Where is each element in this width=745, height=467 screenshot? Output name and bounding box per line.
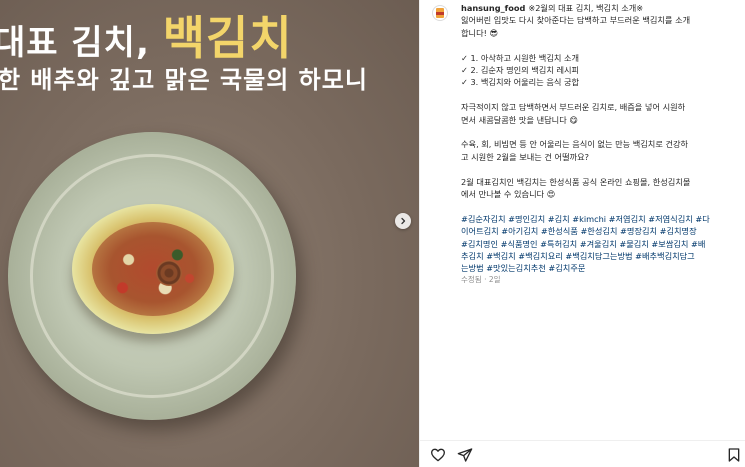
list-item: ✓ 3. 백김치와 어울리는 음식 궁합 bbox=[461, 77, 580, 88]
image-headline: 대표 김치, 백김치 bbox=[0, 11, 293, 65]
caption-line: 수육, 회, 비빔면 등 안 어울리는 음식이 없는 만능 백김치로 건강하 bbox=[461, 139, 689, 150]
caption-line: 합니다! 😎 bbox=[461, 27, 499, 38]
caption-line: 자극적이지 않고 담백하면서 부드러운 김치로, 배즙을 넣어 시원하 bbox=[461, 102, 686, 113]
post-timestamp: 수정됨 · 2일 bbox=[461, 275, 501, 284]
heart-icon bbox=[431, 448, 445, 462]
list-item: ✓ 1. 아삭하고 시원한 백김치 소개 bbox=[461, 52, 580, 63]
hashtag-line[interactable]: #김순자김치 #명인김치 #김치 #kimchi #저염김치 #저염식김치 #다 bbox=[461, 213, 741, 225]
carousel-next-button[interactable] bbox=[395, 213, 411, 229]
chevron-right-icon bbox=[401, 217, 406, 225]
like-button[interactable] bbox=[430, 447, 446, 463]
hashtag-line[interactable]: 이어트김치 #아기김치 #한성식품 #한성김치 #명장김치 #김치명장 bbox=[461, 225, 741, 237]
bookmark-icon bbox=[728, 448, 740, 462]
list-item: ✓ 2. 김순자 명인의 백김치 레시피 bbox=[461, 65, 580, 76]
kimchi-filling bbox=[92, 222, 214, 316]
share-button[interactable] bbox=[457, 447, 473, 463]
image-headline-accent: 백김치 bbox=[162, 11, 293, 65]
avatar[interactable] bbox=[432, 5, 448, 21]
caption-first-line: ※2월의 대표 김치, 백김치 소개※ bbox=[528, 3, 644, 13]
baek-kimchi-cabbage bbox=[72, 204, 234, 334]
username-link[interactable]: hansung_food bbox=[461, 3, 525, 13]
caption-line: 에서 만나볼 수 있습니다 😍 bbox=[461, 189, 556, 200]
kimchi-plate bbox=[8, 132, 296, 420]
save-button[interactable] bbox=[726, 447, 742, 463]
kimchi-garnish bbox=[156, 260, 182, 286]
image-subline: 한 배추와 깊고 맑은 국물의 하모니 bbox=[0, 66, 368, 94]
caption-line: 면서 새콤달콤한 맛을 낸답니다 😋 bbox=[461, 114, 578, 125]
caption-line: 고 시원한 2월을 보내는 건 어떨까요? bbox=[461, 151, 590, 162]
hashtag-line[interactable]: 는방법 #맛있는김치추천 #김치주문 bbox=[461, 262, 741, 274]
paper-plane-icon bbox=[457, 448, 473, 462]
caption-line: 잃어버린 입맛도 다시 찾아준다는 담백하고 부드러운 백김치를 소개 bbox=[461, 15, 691, 26]
post-action-bar bbox=[420, 440, 745, 467]
caption-line: 2월 대표김치인 백김치는 한성식품 공식 온라인 쇼핑몰, 한성김치몰 bbox=[461, 176, 691, 187]
brand-logo-icon bbox=[436, 8, 444, 18]
post-caption: hansung_food ※2월의 대표 김치, 백김치 소개※ 잃어버린 입맛도… bbox=[461, 2, 741, 275]
post-image[interactable]: 대표 김치, 백김치 한 배추와 깊고 맑은 국물의 하모니 bbox=[0, 0, 419, 467]
hashtag-line[interactable]: #김치명인 #식품명인 #특허김치 #겨울김치 #물김치 #보쌈김치 #배 bbox=[461, 238, 741, 250]
post-details-panel: hansung_food ※2월의 대표 김치, 백김치 소개※ 잃어버린 입맛도… bbox=[419, 0, 745, 467]
hashtag-line[interactable]: 추김치 #백김치 #백김치요리 #백김치담그는방법 #배추백김치담그 bbox=[461, 250, 741, 262]
